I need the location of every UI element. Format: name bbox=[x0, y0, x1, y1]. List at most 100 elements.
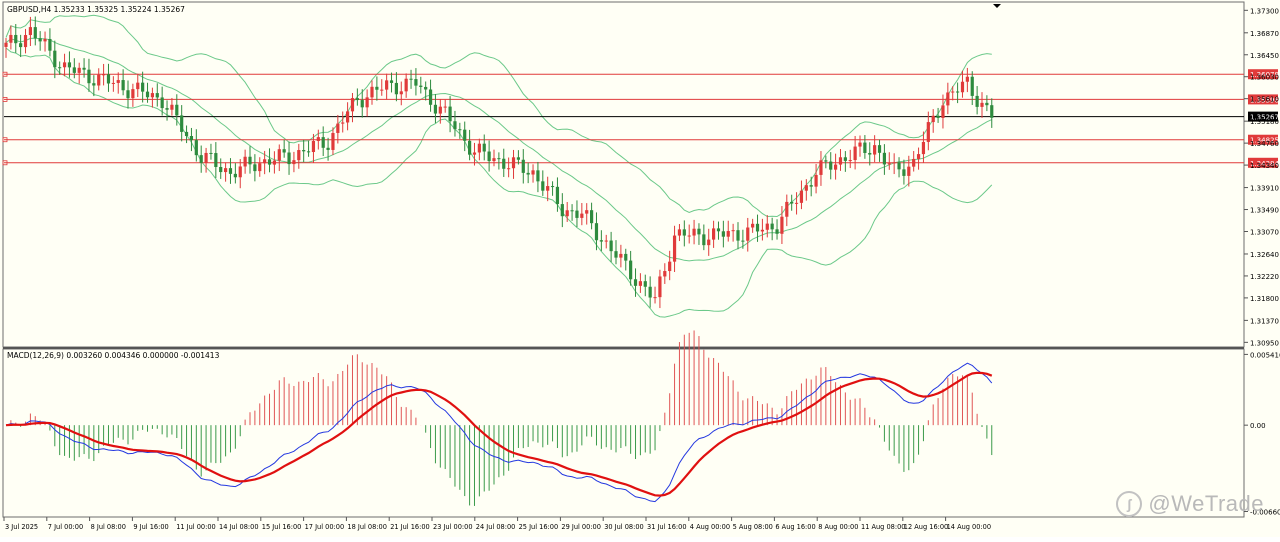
macd-axis-label: 0.00 bbox=[1250, 422, 1266, 430]
candle-body bbox=[716, 228, 721, 232]
macd-axis-label: 0.005416 bbox=[1250, 351, 1280, 359]
candle-body bbox=[248, 156, 252, 165]
candle-body bbox=[658, 276, 662, 298]
candle-body bbox=[116, 80, 120, 83]
candle-body bbox=[682, 229, 686, 236]
candle-body bbox=[23, 35, 28, 48]
candle-body bbox=[82, 67, 86, 70]
candle-body bbox=[497, 158, 501, 160]
candle-body bbox=[668, 261, 672, 272]
candle-body bbox=[970, 76, 974, 96]
candle-body bbox=[897, 162, 901, 170]
candle-body bbox=[321, 137, 325, 148]
time-axis-label: 12 Aug 16:00 bbox=[904, 523, 948, 531]
candle-body bbox=[526, 172, 530, 175]
candle-body bbox=[126, 90, 130, 99]
candle-body bbox=[877, 145, 882, 153]
candle-body bbox=[985, 102, 989, 106]
candle-body bbox=[687, 235, 691, 237]
candle-body bbox=[731, 230, 735, 232]
candle-body bbox=[306, 151, 311, 153]
candle-body bbox=[907, 166, 911, 176]
price-axis-label: 1.36030 bbox=[1250, 74, 1279, 82]
candle-body bbox=[350, 98, 355, 112]
candle-body bbox=[672, 235, 677, 262]
candle-body bbox=[199, 155, 203, 163]
watermark-text: @WeTrade bbox=[1148, 491, 1264, 516]
candle-body bbox=[775, 229, 779, 234]
candle-body bbox=[87, 69, 91, 84]
candle-body bbox=[785, 201, 789, 217]
candle-body bbox=[145, 91, 150, 98]
candle-body bbox=[492, 158, 496, 162]
candle-body bbox=[33, 27, 37, 39]
candle-body bbox=[302, 150, 306, 152]
price-axis-label: 1.30950 bbox=[1250, 339, 1279, 347]
candle-body bbox=[267, 159, 272, 165]
candle-body bbox=[28, 27, 32, 36]
price-axis-label: 1.31370 bbox=[1250, 317, 1279, 325]
price-axis-label: 1.37300 bbox=[1250, 7, 1279, 15]
candle-body bbox=[697, 228, 701, 235]
main-chart-area[interactable] bbox=[2, 1, 1245, 348]
candle-body bbox=[638, 281, 642, 286]
candle-body bbox=[184, 131, 189, 137]
candle-body bbox=[873, 145, 877, 155]
candle-body bbox=[653, 297, 657, 299]
candle-body bbox=[67, 62, 72, 68]
candle-body bbox=[531, 170, 535, 175]
candle-body bbox=[189, 136, 194, 141]
candle-body bbox=[892, 162, 896, 164]
candle-body bbox=[887, 163, 891, 165]
candle-body bbox=[463, 129, 467, 141]
candle-body bbox=[980, 102, 984, 107]
candle-body bbox=[399, 91, 403, 95]
candle-body bbox=[404, 78, 408, 92]
candle-body bbox=[282, 149, 286, 153]
candle-body bbox=[180, 115, 184, 132]
candle-body bbox=[58, 67, 62, 69]
candle-body bbox=[804, 185, 808, 191]
time-axis-label: 15 Jul 16:00 bbox=[262, 523, 302, 531]
macd-panel-area[interactable] bbox=[2, 348, 1245, 518]
time-axis-label: 4 Aug 00:00 bbox=[690, 523, 730, 531]
candle-body bbox=[487, 151, 491, 162]
time-axis-label: 24 Jul 08:00 bbox=[476, 523, 516, 531]
time-axis-label: 30 Jul 08:00 bbox=[604, 523, 644, 531]
candle-body bbox=[4, 42, 8, 47]
candle-body bbox=[468, 140, 472, 155]
candle-body bbox=[824, 160, 828, 162]
candle-body bbox=[277, 149, 281, 161]
candle-body bbox=[770, 223, 774, 230]
candle-body bbox=[204, 152, 208, 163]
candle-body bbox=[648, 286, 652, 298]
candle-body bbox=[834, 164, 838, 170]
candle-body bbox=[424, 86, 428, 90]
candle-body bbox=[975, 95, 979, 107]
time-axis-label: 14 Jul 08:00 bbox=[219, 523, 259, 531]
candle-body bbox=[829, 161, 833, 170]
candle-body bbox=[550, 186, 555, 188]
candle-body bbox=[794, 202, 799, 204]
candle-body bbox=[633, 279, 638, 286]
candle-body bbox=[511, 157, 516, 169]
candle-body bbox=[838, 157, 843, 165]
price-axis-label: 1.33910 bbox=[1250, 185, 1279, 193]
candle-body bbox=[726, 231, 730, 237]
price-axis-label: 1.33490 bbox=[1250, 207, 1279, 215]
wetrade-logo-icon: ʃ bbox=[1116, 491, 1143, 517]
candle-body bbox=[160, 97, 164, 109]
candle-body bbox=[482, 143, 486, 152]
chart-canvas[interactable]: 1.360781.355961.348251.343841.35267 1.37… bbox=[0, 0, 1280, 537]
candle-body bbox=[448, 106, 452, 122]
candle-body bbox=[853, 146, 857, 161]
candle-body bbox=[521, 159, 525, 173]
candle-body bbox=[848, 160, 852, 162]
candle-body bbox=[477, 143, 481, 153]
time-axis-label: 25 Jul 16:00 bbox=[519, 523, 559, 531]
candle-body bbox=[541, 181, 545, 191]
candle-body bbox=[370, 86, 374, 98]
candle-body bbox=[214, 153, 218, 167]
candle-body bbox=[780, 216, 784, 234]
time-axis-label: 31 Jul 16:00 bbox=[647, 523, 687, 531]
